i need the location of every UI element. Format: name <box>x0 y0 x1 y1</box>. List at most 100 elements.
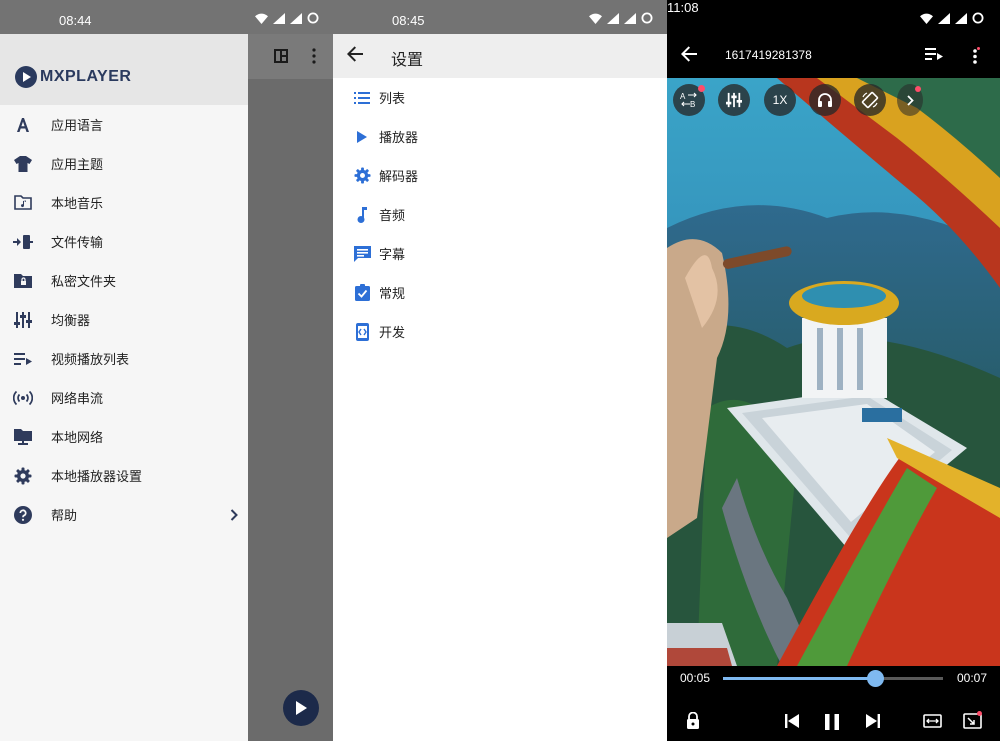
signal-icon <box>624 12 636 24</box>
menu-label: 均衡器 <box>51 313 91 328</box>
menu-item-app-language[interactable]: 应用语言 <box>0 105 248 144</box>
aspect-ratio-icon[interactable] <box>923 714 942 728</box>
menu-item-equalizer[interactable]: 均衡器 <box>0 300 248 339</box>
checklist-icon <box>353 284 371 302</box>
menu-item-local-network[interactable]: 本地网络 <box>0 417 248 456</box>
equalizer-icon <box>13 310 33 330</box>
status-time: 11:08 <box>667 0 699 15</box>
player-top-bar: 1617419281378 <box>667 34 1000 78</box>
ab-repeat-button[interactable]: AB <box>673 84 705 116</box>
previous-icon[interactable] <box>785 714 799 728</box>
status-icons <box>255 12 319 24</box>
seek-bar[interactable] <box>723 670 943 687</box>
play-icon <box>296 701 307 715</box>
wifi-icon <box>255 13 268 24</box>
menu-item-local-music[interactable]: 本地音乐 <box>0 183 248 222</box>
help-icon <box>13 505 33 525</box>
settings-item-list[interactable]: 列表 <box>333 78 667 117</box>
network-folder-icon <box>13 427 33 447</box>
duration: 00:07 <box>956 671 987 685</box>
status-bar: 11:08 <box>667 0 1000 34</box>
navigation-drawer: MXPLAYER 应用语言 应用主题 本地音乐 文件传输 私密文件夹 均衡器 视… <box>0 34 248 741</box>
menu-item-app-theme[interactable]: 应用主题 <box>0 144 248 183</box>
settings-label: 开发 <box>379 325 406 340</box>
background-content-scrim <box>248 34 333 741</box>
gear-icon <box>353 167 371 185</box>
settings-label: 音频 <box>379 208 406 223</box>
new-badge-dot <box>698 85 705 92</box>
menu-item-player-settings[interactable]: 本地播放器设置 <box>0 456 248 495</box>
play-fab[interactable] <box>283 690 319 726</box>
drawer-header: MXPLAYER <box>0 34 248 105</box>
battery-ring-icon <box>641 12 653 24</box>
chevron-right-icon <box>906 94 914 106</box>
chevron-right-icon <box>230 508 238 521</box>
page-title: 设置 <box>391 52 424 69</box>
playlist-icon <box>13 349 33 369</box>
wifi-icon <box>920 13 933 24</box>
back-arrow-icon[interactable] <box>681 46 697 62</box>
menu-item-file-transfer[interactable]: 文件传输 <box>0 222 248 261</box>
signal-icon <box>938 12 950 24</box>
settings-label: 字幕 <box>379 247 406 262</box>
video-frame[interactable] <box>667 78 1000 666</box>
seek-bar-thumb[interactable] <box>866 670 884 687</box>
lock-icon[interactable] <box>686 712 700 729</box>
menu-label: 网络串流 <box>51 391 104 406</box>
back-arrow-icon[interactable] <box>347 46 363 62</box>
next-icon[interactable] <box>866 714 880 728</box>
drawer-menu: 应用语言 应用主题 本地音乐 文件传输 私密文件夹 均衡器 视频播放列表 网络串… <box>0 105 248 534</box>
view-layout-icon[interactable] <box>273 48 289 64</box>
menu-item-network-stream[interactable]: 网络串流 <box>0 378 248 417</box>
new-badge-dot <box>915 86 921 92</box>
battery-ring-icon <box>307 12 319 24</box>
menu-item-private-folder[interactable]: 私密文件夹 <box>0 261 248 300</box>
menu-label: 帮助 <box>51 508 78 523</box>
settings-item-player[interactable]: 播放器 <box>333 117 667 156</box>
developer-icon <box>353 322 371 341</box>
menu-label: 私密文件夹 <box>51 274 117 289</box>
status-icons <box>589 12 653 24</box>
equalizer-button[interactable] <box>718 84 750 116</box>
settings-list: 列表 播放器 解码器 音频 字幕 常规 开发 <box>333 78 667 351</box>
settings-item-general[interactable]: 常规 <box>333 273 667 312</box>
seek-bar-progress <box>723 677 875 680</box>
ab-repeat-icon: AB <box>680 92 697 109</box>
settings-item-subtitles[interactable]: 字幕 <box>333 234 667 273</box>
menu-label: 本地音乐 <box>51 196 104 211</box>
menu-label: 文件传输 <box>51 235 104 250</box>
menu-item-help[interactable]: 帮助 <box>0 495 248 534</box>
equalizer-icon <box>726 92 742 108</box>
picture-in-picture-icon[interactable] <box>963 711 983 729</box>
svg-text:A: A <box>680 92 686 101</box>
subtitle-icon <box>353 245 371 263</box>
playback-speed-button[interactable]: 1X <box>764 84 796 116</box>
settings-item-developer[interactable]: 开发 <box>333 312 667 351</box>
settings-label: 解码器 <box>379 169 419 184</box>
settings-item-audio[interactable]: 音频 <box>333 195 667 234</box>
audio-only-button[interactable] <box>809 84 841 116</box>
settings-label: 列表 <box>379 91 406 106</box>
mx-play-logo-icon <box>15 66 37 88</box>
status-bar: 08:45 <box>333 0 667 34</box>
status-time: 08:45 <box>392 13 425 28</box>
signal-icon <box>273 12 285 24</box>
status-bar: 08:44 <box>0 0 333 34</box>
menu-label: 视频播放列表 <box>51 352 130 367</box>
more-controls-button[interactable] <box>897 84 923 116</box>
settings-label: 播放器 <box>379 130 419 145</box>
menu-label: 本地播放器设置 <box>51 469 143 484</box>
settings-item-decoder[interactable]: 解码器 <box>333 156 667 195</box>
pause-icon[interactable] <box>825 714 839 730</box>
playlist-icon[interactable] <box>925 47 943 61</box>
menu-label: 应用主题 <box>51 157 104 172</box>
battery-ring-icon <box>972 12 984 24</box>
menu-item-video-playlist[interactable]: 视频播放列表 <box>0 339 248 378</box>
music-note-icon <box>353 206 371 224</box>
more-vertical-icon[interactable] <box>972 47 980 65</box>
tshirt-icon <box>13 154 33 174</box>
lock-folder-icon <box>13 271 33 291</box>
language-icon <box>13 115 33 135</box>
more-vertical-icon[interactable] <box>312 48 316 64</box>
rotate-screen-button[interactable] <box>854 84 886 116</box>
